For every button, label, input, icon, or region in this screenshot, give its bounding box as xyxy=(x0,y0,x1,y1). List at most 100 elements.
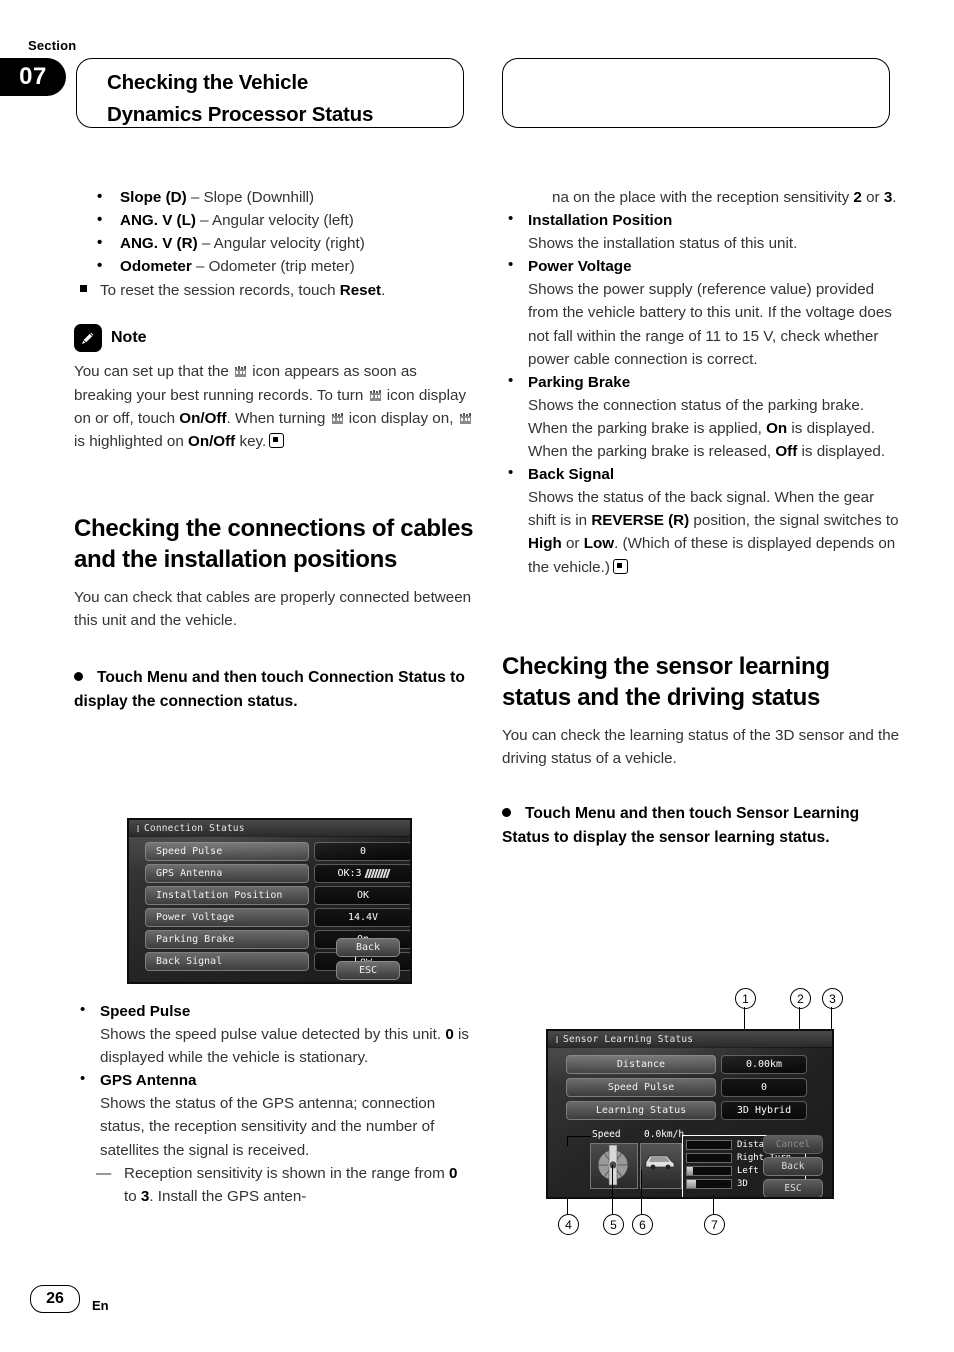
row-label: Speed Pulse xyxy=(566,1078,716,1097)
param-desc: – Angular velocity (right) xyxy=(197,235,365,253)
bullet-dot: • xyxy=(97,188,103,205)
progress-track xyxy=(686,1139,732,1150)
pb-desc-3: is displayed. xyxy=(797,443,886,461)
note-text-1: You can set up that the xyxy=(74,363,234,381)
manual-page: Section 07 Checking the Vehicle Dynamics… xyxy=(0,0,954,1352)
page-number: 26 xyxy=(30,1285,80,1313)
list-item: • Installation Position Shows the instal… xyxy=(502,209,902,255)
param-term: Odometer xyxy=(120,258,192,276)
param-desc: – Angular velocity (left) xyxy=(195,212,354,230)
esc-button[interactable]: ESC xyxy=(336,961,400,980)
trophy-icon xyxy=(459,409,472,424)
item-desc: Shows the power supply (reference value)… xyxy=(528,281,892,368)
item-bold-1: 0 xyxy=(445,1026,454,1044)
status-items-list: • Installation Position Shows the instal… xyxy=(502,209,902,579)
row-value: 0.00km xyxy=(721,1055,807,1074)
screen-title: Connection Status xyxy=(144,822,245,834)
language-code: En xyxy=(92,1298,109,1313)
left-column: • Slope (D) – Slope (Downhill) • ANG. V … xyxy=(74,186,474,713)
list-item: • Back Signal Shows the status of the ba… xyxy=(502,463,902,578)
bullet-dot: • xyxy=(508,256,514,274)
param-term: ANG. V (L) xyxy=(120,212,196,230)
note-bold-onoff-1: On/Off xyxy=(179,409,227,427)
speed-value: 0.0km/h xyxy=(644,1129,685,1140)
back-button[interactable]: Back xyxy=(336,938,400,957)
callout-7: 7 xyxy=(704,1214,725,1235)
reset-note-post: . xyxy=(381,282,386,300)
note-header: Note xyxy=(74,324,474,353)
bullet-dot: • xyxy=(80,1001,86,1018)
bs-bold-2: High xyxy=(528,535,562,553)
param-term: ANG. V (R) xyxy=(120,235,198,253)
speed-label: Speed xyxy=(592,1129,621,1140)
row-value: 14.4V xyxy=(314,908,410,927)
blank-header-box xyxy=(502,58,890,128)
continued-gps-text: na on the place with the reception sensi… xyxy=(524,186,902,209)
list-item: • Power Voltage Shows the power supply (… xyxy=(502,255,902,370)
callout-5: 5 xyxy=(603,1214,624,1235)
grip-icon xyxy=(555,1034,559,1044)
note-text-4: . When turning xyxy=(226,409,330,427)
cancel-button[interactable]: Cancel xyxy=(763,1135,823,1154)
trophy-icon xyxy=(234,362,247,378)
bs-desc-3: or xyxy=(561,535,584,553)
note-body: You can set up that the icon appears as … xyxy=(74,360,474,452)
table-row[interactable]: Distance 0.00km xyxy=(566,1055,832,1074)
sensor-learning-status-screen: Sensor Learning Status Distance 0.00km S… xyxy=(546,1029,834,1199)
callout-4: 4 xyxy=(558,1214,579,1235)
table-row[interactable]: Installation Position OK xyxy=(145,886,410,905)
bs-desc-2: position, the signal switches to xyxy=(689,512,899,530)
item-term: Parking Brake xyxy=(528,373,631,391)
vehicle-icon xyxy=(640,1143,682,1189)
list-item: • ANG. V (R) – Angular velocity (right) xyxy=(74,232,474,255)
screen-rows: Distance 0.00km Speed Pulse 0 Learning S… xyxy=(548,1048,832,1120)
list-item: • GPS Antenna Shows the status of the GP… xyxy=(74,1069,474,1161)
back-button[interactable]: Back xyxy=(763,1157,823,1176)
row-label: Distance xyxy=(566,1055,716,1074)
parameter-bullet-list: • Slope (D) – Slope (Downhill) • ANG. V … xyxy=(74,186,474,278)
sub-text-1: Reception sensitivity is shown in the ra… xyxy=(124,1164,449,1182)
row-label: Installation Position xyxy=(145,886,309,905)
bullet-dot: • xyxy=(80,1070,86,1088)
table-row[interactable]: Speed Pulse 0 xyxy=(566,1078,832,1097)
connection-items-list: • Speed Pulse Shows the speed pulse valu… xyxy=(74,1000,474,1162)
table-row[interactable]: GPS Antenna OK:3 xyxy=(145,864,410,883)
bullet-dot: • xyxy=(97,234,103,252)
item-desc: Shows the status of the GPS antenna; con… xyxy=(100,1095,436,1159)
connections-intro: You can check that cables are properly c… xyxy=(74,589,472,630)
leader-line-4b xyxy=(567,1136,568,1146)
leader-line-4c xyxy=(567,1136,591,1137)
item-term: Speed Pulse xyxy=(100,1003,191,1020)
continued-bold-a: 2 xyxy=(853,189,862,206)
row-value: 3D Hybrid xyxy=(721,1101,807,1120)
table-row[interactable]: Power Voltage 14.4V xyxy=(145,908,410,927)
bs-bold-1: REVERSE (R) xyxy=(591,512,690,530)
screen-titlebar: Connection Status xyxy=(129,820,410,837)
row-label: Learning Status xyxy=(566,1101,716,1120)
round-bullet-icon xyxy=(74,672,83,682)
procedure-text: Touch Menu and then touch Connection Sta… xyxy=(74,669,465,710)
row-label: Power Voltage xyxy=(145,908,309,927)
leader-line-5 xyxy=(612,1165,613,1215)
table-row[interactable]: Speed Pulse 0 xyxy=(145,842,410,861)
progress-track xyxy=(686,1152,732,1163)
leader-line-7 xyxy=(713,1195,714,1215)
progress-label: 3D xyxy=(737,1178,748,1189)
note-text-7: key. xyxy=(235,432,267,450)
esc-button[interactable]: ESC xyxy=(763,1179,823,1197)
procedure-text: Touch Menu and then touch Sensor Learnin… xyxy=(502,805,860,846)
progress-fill xyxy=(687,1179,696,1188)
sub-bold-a: 0 xyxy=(449,1164,458,1182)
item-term: GPS Antenna xyxy=(100,1072,197,1090)
item-desc: Shows the installation status of this un… xyxy=(528,235,798,253)
note-text-6: is highlighted on xyxy=(74,432,188,450)
sub-note-gps-range: — Reception sensitivity is shown in the r… xyxy=(96,1162,474,1208)
progress-track xyxy=(686,1165,732,1176)
section-number-badge: 07 xyxy=(0,58,66,96)
note-bold-onoff-2: On/Off xyxy=(188,432,236,450)
continued-1: na on the place with the reception sensi… xyxy=(552,189,854,206)
grip-icon xyxy=(136,823,140,833)
table-row[interactable]: Learning Status 3D Hybrid xyxy=(566,1101,832,1120)
row-label: Speed Pulse xyxy=(145,842,309,861)
row-value: 0 xyxy=(721,1078,807,1097)
